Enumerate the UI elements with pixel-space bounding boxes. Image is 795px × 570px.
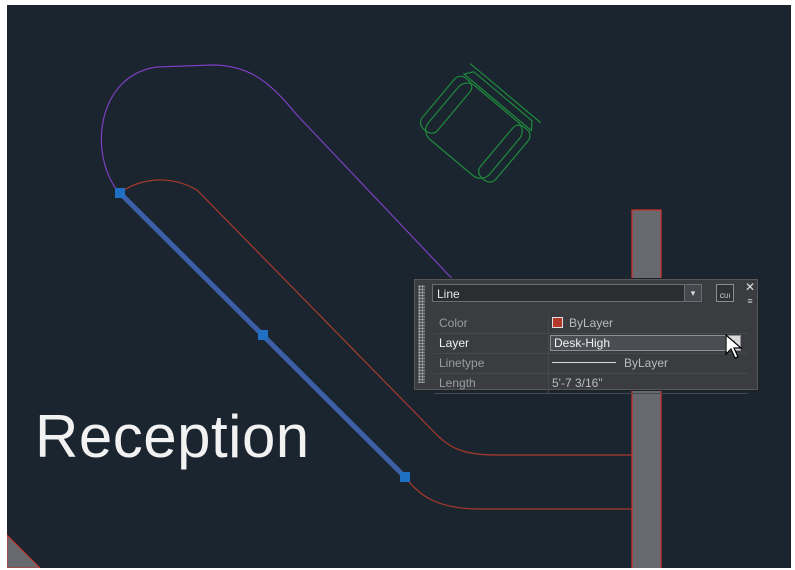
property-row-layer[interactable]: Layer Desk-High ▾ xyxy=(434,334,748,354)
options-menu-icon[interactable]: ≡ xyxy=(744,296,756,306)
properties-grid: Color ByLayer Layer Desk-High ▾ Linetype… xyxy=(434,314,748,394)
property-key: Length xyxy=(439,376,476,390)
start-grip[interactable] xyxy=(115,188,125,198)
property-row-length[interactable]: Length 5'-7 3/16" xyxy=(434,374,748,394)
property-row-linetype[interactable]: Linetype ByLayer xyxy=(434,354,748,374)
end-grip[interactable] xyxy=(400,472,410,482)
linetype-preview xyxy=(552,362,616,363)
room-label: Reception xyxy=(35,403,310,470)
property-value: ByLayer xyxy=(552,354,748,373)
property-value: 5'-7 3/16" xyxy=(552,376,603,390)
color-swatch-icon xyxy=(552,317,563,328)
layer-select[interactable]: Desk-High ▾ xyxy=(550,335,741,351)
layer-value: Desk-High xyxy=(554,336,611,350)
property-key: Linetype xyxy=(439,356,485,370)
corner-wall[interactable] xyxy=(7,534,41,568)
property-key: Color xyxy=(439,316,468,330)
close-icon[interactable]: ✕ xyxy=(744,281,756,293)
cui-icon[interactable]: CUI xyxy=(716,284,734,302)
desk-lower-edge[interactable] xyxy=(404,476,632,510)
property-key: Layer xyxy=(439,336,470,350)
mid-grip[interactable] xyxy=(258,330,268,340)
grip-handle-icon[interactable] xyxy=(418,285,425,383)
property-value: ByLayer xyxy=(552,314,748,333)
desk-outer-outline[interactable] xyxy=(100,64,478,306)
dropdown-arrow-icon[interactable]: ▾ xyxy=(684,285,701,301)
property-row-color[interactable]: Color ByLayer xyxy=(434,314,748,334)
quick-properties-palette[interactable]: Line ▾ CUI ✕ ≡ Color ByLayer Layer Desk-… xyxy=(413,278,759,394)
chair-block[interactable] xyxy=(415,62,543,188)
mouse-pointer-icon xyxy=(725,334,743,359)
object-type-select[interactable]: Line ▾ xyxy=(432,284,702,302)
object-type-value: Line xyxy=(437,287,460,301)
